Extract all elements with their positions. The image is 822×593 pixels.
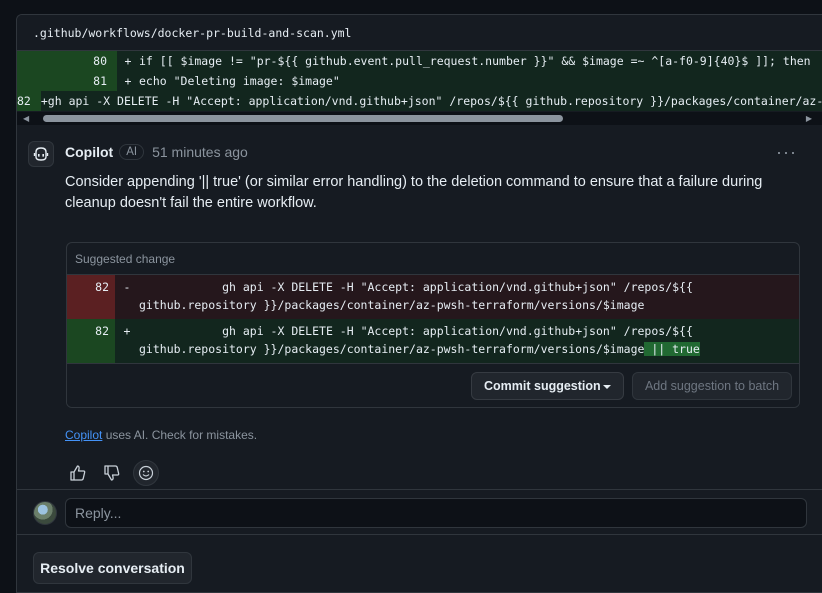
line-number[interactable]: 80 [17,51,117,71]
add-reaction-smiley-icon[interactable] [133,460,159,486]
suggested-change-box: Suggested change 82 - gh api -X DELETE -… [66,242,800,408]
comment-body: Consider appending '|| true' (or similar… [65,174,763,211]
diff-sign: + [40,94,48,108]
code-text: echo "Deleting image: $image" [139,74,340,88]
ai-badge: AI [119,144,145,160]
diff-sign: + [124,54,132,68]
scrollbar-thumb[interactable] [43,115,563,122]
removed-line: 82 - gh api -X DELETE -H "Accept: applic… [67,275,799,319]
comment-author[interactable]: Copilot [65,144,113,160]
scroll-left-icon[interactable]: ◀ [23,114,29,123]
line-number: 82 [67,319,115,363]
code-text: if [[ $image != "pr-${{ github.event.pul… [139,54,811,68]
add-to-batch-button: Add suggestion to batch [632,372,792,400]
code-text: gh api -X DELETE -H "Accept: application… [139,319,799,363]
line-number[interactable]: 81 [17,71,117,91]
diff-sign: + [123,324,131,338]
disclaimer-text: uses AI. Check for mistakes. [102,428,258,442]
line-number: 82 [67,275,115,319]
commit-suggestion-label: Commit suggestion [484,379,601,393]
horizontal-scrollbar[interactable]: ◀ ▶ [17,111,822,125]
added-line: 82 + gh api -X DELETE -H "Accept: applic… [67,319,799,363]
scroll-right-icon[interactable]: ▶ [806,114,812,123]
code-text: gh api -X DELETE -H "Accept: application… [47,94,822,108]
line-number[interactable]: 82 [17,91,41,111]
reaction-bar [65,460,159,486]
reply-area: Reply... [17,489,822,535]
thumbs-up-icon[interactable] [65,460,91,486]
commit-suggestion-button[interactable]: Commit suggestion [471,372,624,400]
avatar[interactable] [33,501,57,525]
copilot-avatar-icon[interactable] [28,141,54,167]
added-highlight: || true [644,342,700,356]
code-text: gh api -X DELETE -H "Accept: application… [139,280,700,312]
comment-menu-icon[interactable]: ··· [776,142,797,163]
diff-line: 82 + gh api -X DELETE -H "Accept: applic… [17,91,822,111]
thumbs-down-icon[interactable] [99,460,125,486]
file-header: .github/workflows/docker-pr-build-and-sc… [17,15,822,51]
diff-line: 80 + if [[ $image != "pr-${{ github.even… [17,51,822,71]
file-path[interactable]: .github/workflows/docker-pr-build-and-sc… [33,26,352,40]
diff-context: 80 + if [[ $image != "pr-${{ github.even… [17,51,822,111]
copilot-link[interactable]: Copilot [65,428,102,442]
diff-sign: - [123,280,131,294]
code-text-base: gh api -X DELETE -H "Accept: application… [139,324,700,356]
resolve-conversation-button[interactable]: Resolve conversation [33,552,192,584]
chevron-down-icon[interactable] [603,385,611,389]
review-thread-panel: .github/workflows/docker-pr-build-and-sc… [16,14,822,593]
diff-sign: + [124,74,132,88]
suggestion-actions: Commit suggestion Add suggestion to batc… [67,363,799,407]
diff-line: 81 + echo "Deleting image: $image" [17,71,822,91]
comment-timestamp[interactable]: 51 minutes ago [152,144,248,160]
reply-input[interactable]: Reply... [65,498,807,528]
suggested-change-header: Suggested change [67,243,799,275]
ai-disclaimer: Copilot uses AI. Check for mistakes. [65,428,257,442]
